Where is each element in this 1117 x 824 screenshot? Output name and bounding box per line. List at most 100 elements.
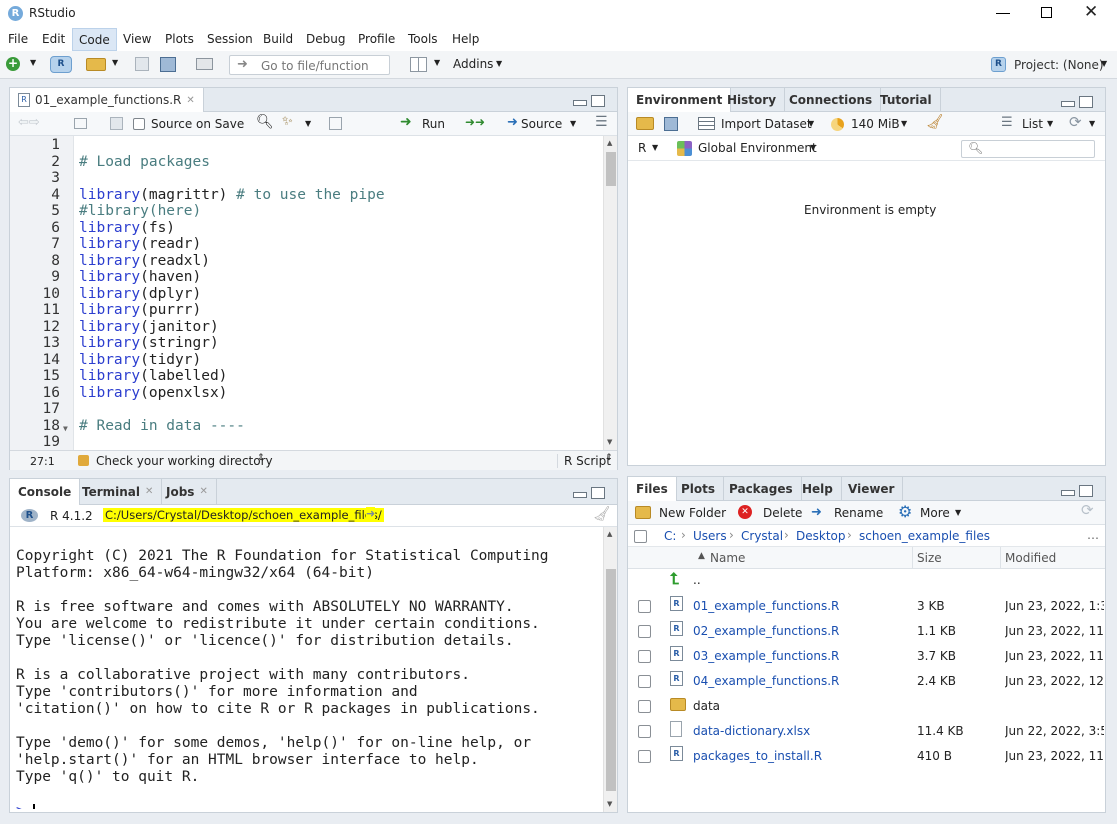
- scrollbar-thumb[interactable]: [606, 569, 616, 791]
- file-checkbox[interactable]: [638, 625, 651, 638]
- breadcrumb-crystal[interactable]: Crystal: [741, 529, 783, 543]
- re-run-icon[interactable]: ➜➜: [465, 115, 485, 129]
- console-output[interactable]: Copyright (C) 2021 The R Foundation for …: [16, 531, 604, 809]
- global-env-dropdown[interactable]: Global Environment: [698, 141, 817, 155]
- compile-report-icon[interactable]: [329, 117, 342, 130]
- load-workspace-icon[interactable]: [636, 117, 654, 130]
- language-dropdown[interactable]: R: [638, 141, 646, 155]
- scroll-up-icon[interactable]: ▲: [607, 139, 612, 147]
- file-row[interactable]: R 01_example_functions.R 3 KB Jun 23, 2022,…: [628, 594, 1106, 619]
- file-row[interactable]: R 02_example_functions.R 1.1 KB Jun 23, 202…: [628, 619, 1106, 644]
- source-on-save-checkbox[interactable]: [133, 118, 145, 130]
- close-icon[interactable]: ✕: [145, 486, 153, 497]
- chevron-down-icon[interactable]: ▼: [1047, 119, 1053, 128]
- source-button[interactable]: Source: [521, 117, 562, 131]
- tab-console[interactable]: Console: [10, 479, 81, 505]
- file-checkbox[interactable]: [638, 700, 651, 713]
- delete-button[interactable]: Delete: [763, 506, 802, 520]
- chevron-down-icon[interactable]: ▼: [112, 58, 118, 67]
- select-all-checkbox[interactable]: [634, 530, 647, 543]
- addins-menu[interactable]: Addins: [453, 57, 493, 71]
- show-in-window-icon[interactable]: [74, 118, 87, 129]
- chevron-down-icon[interactable]: ▼: [496, 59, 502, 68]
- maximize-icon[interactable]: [591, 487, 605, 499]
- breadcrumb-desktop[interactable]: Desktop: [796, 529, 846, 543]
- menu-build[interactable]: Build: [263, 32, 293, 46]
- menu-profile[interactable]: Profile: [358, 32, 395, 46]
- file-row[interactable]: data-dictionary.xlsx 11.4 KB Jun 22, 2022,…: [628, 719, 1106, 744]
- col-name[interactable]: Name: [710, 551, 745, 565]
- console-scrollbar[interactable]: ▲ ▼: [603, 527, 617, 812]
- tab-help[interactable]: Help: [794, 477, 842, 500]
- source-arrow-icon[interactable]: ➜: [507, 115, 518, 130]
- file-row[interactable]: R 03_example_functions.R 3.7 KB Jun 23, 202…: [628, 644, 1106, 669]
- chevron-down-icon[interactable]: ▼: [808, 119, 814, 128]
- file-name[interactable]: packages_to_install.R: [693, 749, 822, 763]
- chevron-down-icon[interactable]: ▼: [955, 508, 961, 517]
- scrollbar-thumb[interactable]: [606, 152, 616, 186]
- file-name[interactable]: 04_example_functions.R: [693, 674, 839, 688]
- open-folder-icon[interactable]: [86, 58, 106, 71]
- menu-file[interactable]: File: [8, 32, 28, 46]
- chevron-down-icon[interactable]: ▼: [434, 58, 440, 67]
- breadcrumb-drive[interactable]: C:: [664, 529, 676, 543]
- go-to-directory-icon[interactable]: ➜: [366, 507, 376, 520]
- breadcrumb-folder[interactable]: schoen_example_files: [859, 529, 990, 543]
- list-view-dropdown[interactable]: List: [1022, 117, 1043, 131]
- tab-tutorial[interactable]: Tutorial: [872, 88, 941, 111]
- menu-help[interactable]: Help: [452, 32, 479, 46]
- maximize-icon[interactable]: [591, 95, 605, 107]
- maximize-icon[interactable]: [1079, 485, 1093, 497]
- new-project-icon[interactable]: R: [50, 56, 72, 73]
- tab-packages[interactable]: Packages: [721, 477, 802, 500]
- scroll-down-icon[interactable]: ▼: [607, 438, 612, 446]
- minimize-icon[interactable]: [573, 100, 587, 106]
- chevron-down-icon[interactable]: ▼: [1089, 119, 1095, 128]
- import-dataset-icon[interactable]: [698, 117, 715, 130]
- tab-plots[interactable]: Plots: [673, 477, 725, 500]
- chevron-down-icon[interactable]: ▼: [30, 58, 36, 67]
- scope-label[interactable]: Check your working directory: [96, 454, 273, 468]
- file-checkbox[interactable]: [638, 750, 651, 763]
- scroll-down-icon[interactable]: ▼: [607, 800, 612, 808]
- magic-wand-icon[interactable]: ✨︎: [282, 114, 293, 129]
- run-button[interactable]: Run: [422, 117, 445, 131]
- file-type-label[interactable]: R Script: [557, 454, 611, 468]
- more-button[interactable]: More: [920, 506, 950, 520]
- file-row[interactable]: data: [628, 694, 1106, 719]
- menu-debug[interactable]: Debug: [306, 32, 345, 46]
- minimize-icon[interactable]: [996, 4, 1010, 14]
- env-min-max[interactable]: [1061, 96, 1095, 110]
- sort-asc-icon[interactable]: ▲: [698, 551, 705, 561]
- file-name[interactable]: 03_example_functions.R: [693, 649, 839, 663]
- new-folder-icon[interactable]: [635, 506, 651, 519]
- env-search-input[interactable]: 🔍︎: [961, 140, 1095, 158]
- save-icon[interactable]: [135, 57, 149, 71]
- file-name[interactable]: 01_example_functions.R: [693, 599, 839, 613]
- save-all-icon[interactable]: [160, 57, 176, 72]
- file-row[interactable]: Rpackages_to_install.R 410 B Jun 23, 2022,…: [628, 744, 1106, 769]
- chevron-down-icon[interactable]: ▼: [305, 119, 311, 128]
- chevron-down-icon[interactable]: ▼: [570, 119, 576, 128]
- delete-icon[interactable]: ✕: [738, 505, 752, 519]
- console-min-max[interactable]: [573, 487, 607, 501]
- minimize-icon[interactable]: [1061, 490, 1075, 496]
- source-file-tab[interactable]: R 01_example_functions.R ✕: [10, 88, 204, 112]
- tab-jobs[interactable]: Jobs ✕: [158, 479, 217, 504]
- gear-icon[interactable]: ⚙: [898, 502, 912, 521]
- print-icon[interactable]: [196, 58, 213, 70]
- grid-layout-icon[interactable]: [410, 57, 427, 72]
- rename-button[interactable]: Rename: [834, 506, 883, 520]
- file-checkbox[interactable]: [638, 725, 651, 738]
- menu-session[interactable]: Session: [207, 32, 253, 46]
- tab-files[interactable]: Files: [628, 477, 677, 501]
- clear-console-icon[interactable]: 🧹︎: [593, 506, 611, 522]
- back-arrow-icon[interactable]: ⇦⇨: [18, 115, 40, 130]
- run-arrow-icon[interactable]: ➜: [400, 114, 412, 130]
- tab-history[interactable]: History: [719, 88, 786, 111]
- new-file-icon[interactable]: +: [6, 57, 20, 71]
- document-outline-icon[interactable]: ☰: [595, 114, 608, 130]
- menu-edit[interactable]: Edit: [42, 32, 65, 46]
- col-modified[interactable]: Modified: [1000, 547, 1060, 569]
- search-icon[interactable]: 🔍︎: [256, 114, 274, 130]
